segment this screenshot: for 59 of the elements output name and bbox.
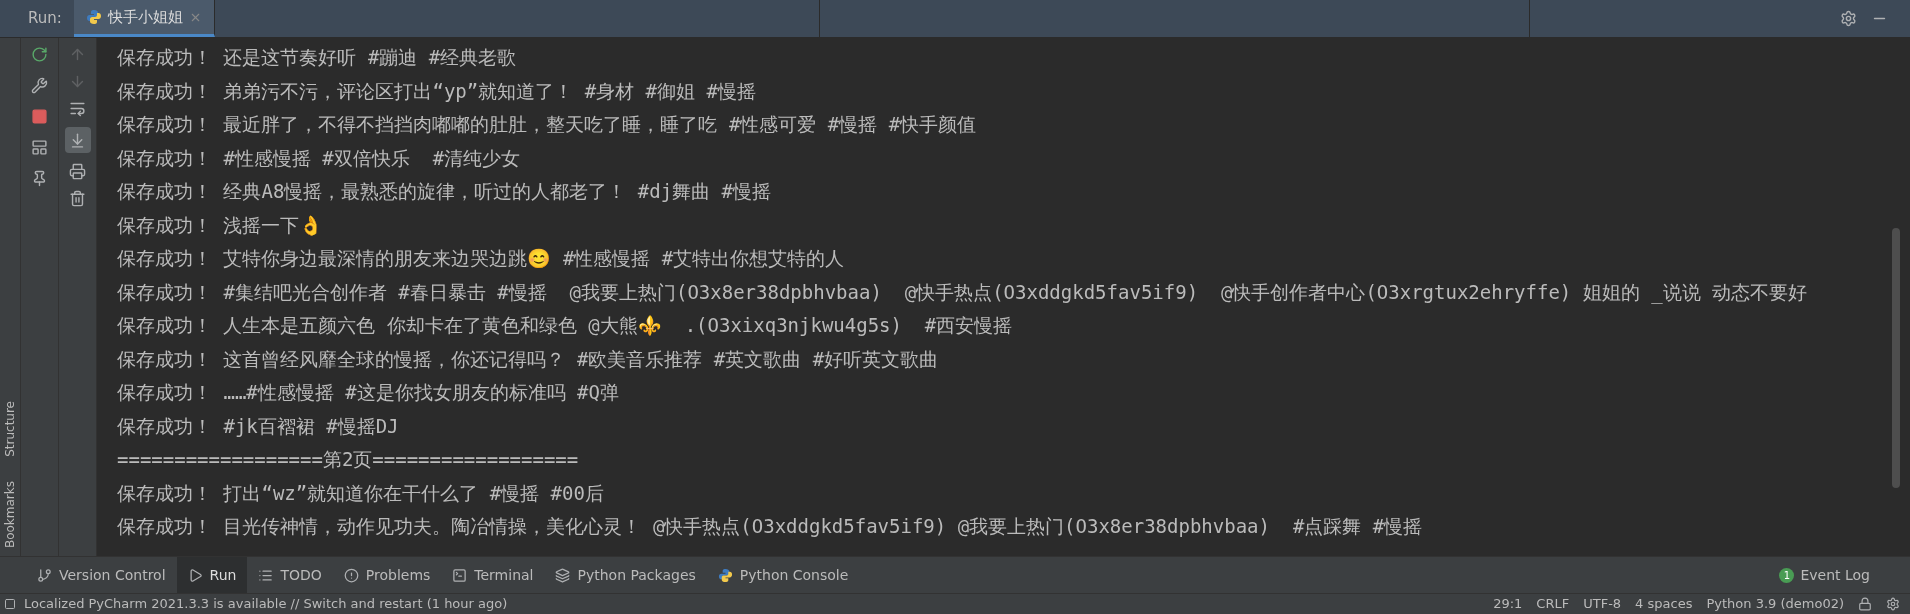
status-message[interactable]: Localized PyCharm 2021.3.3 is available // Switch and restart (1 hour ago) <box>24 594 508 614</box>
trash-icon[interactable] <box>69 190 86 207</box>
console-line: 保存成功！ 经典A8慢摇，最熟悉的旋律，听过的人都老了！ #dj舞曲 #慢摇 <box>117 179 772 204</box>
tool-window-tab[interactable]: Python Packages <box>544 557 707 593</box>
console-line: 保存成功！ 打出“wz”就知道你在干什么了 #慢摇 #00后 <box>117 480 605 506</box>
python-icon <box>85 9 102 25</box>
scroll-to-end-icon <box>69 131 86 149</box>
run-tab[interactable]: 快手小姐姐 <box>73 0 215 37</box>
console-line: 保存成功！ #集结吧光合创作者 #春日暴击 #慢摇 @我要上热门(O3x8er38dpbhvbaa) @快手热点(O3xddgkd5fav5if9) @快手创作者中心(O3xrgtux2ehryffe) 姐姐的 _说说 动态不要好 <box>117 279 1809 306</box>
panel-icon[interactable] <box>4 598 16 610</box>
terminal-icon <box>452 567 468 583</box>
event-log-label: Event Log <box>1800 565 1870 585</box>
print-icon[interactable] <box>69 163 86 180</box>
tool-window-tab[interactable]: Problems <box>332 557 442 593</box>
lock-icon[interactable] <box>1858 597 1872 611</box>
console-line: 保存成功！ 浅摇一下👌 <box>117 212 325 238</box>
tool-window-tab[interactable]: TODO <box>247 557 333 593</box>
console-line: 保存成功！ 弟弟污不污，评论区打出“yp”就知道了！ #身材 #御姐 #慢摇 <box>117 78 757 104</box>
tool-window-tab[interactable]: Python Console <box>706 557 860 593</box>
console-line: 保存成功！ 这首曾经风靡全球的慢摇，你还记得吗？ #欧美音乐推荐 #英文歌曲 #好听英文歌曲 <box>117 346 940 372</box>
console-line: 保存成功！ ……#性感慢摇 #这是你找女朋友的标准吗 #Q弹 <box>117 380 620 405</box>
notification-count: 1 <box>1779 567 1795 583</box>
status-item[interactable]: 4 spaces <box>1635 594 1693 614</box>
gear-icon[interactable] <box>1886 597 1900 611</box>
tool-window-tab[interactable]: Version Control <box>26 557 177 593</box>
console-line: 保存成功！ 目光传神情，动作见功夫。陶冶情操，美化心灵！ @快手热点(O3xddgkd5fav5if9) @我要上热门(O3x8er38dpbhvbaa) #点踩舞 #慢摇 <box>117 514 1424 539</box>
console-line: 保存成功！ 艾特你身边最深情的朋友来边哭边跳😊 #性感慢摇 #艾特出你想艾特的人 <box>117 246 846 271</box>
scroll-to-end-button[interactable] <box>64 127 91 153</box>
rerun-icon[interactable] <box>31 46 48 63</box>
scrollbar-thumb[interactable] <box>1892 228 1900 488</box>
tool-window-tab[interactable]: Terminal <box>441 557 545 593</box>
console-line: 保存成功！ #jk百褶裙 #慢摇DJ <box>117 413 400 439</box>
event-log-button[interactable]: 1 Event Log <box>1779 557 1910 593</box>
status-item[interactable]: 29:1 <box>1493 594 1523 614</box>
layout-icon[interactable] <box>31 139 48 156</box>
console-line: 保存成功！ 还是这节奏好听 #蹦迪 #经典老歌 <box>117 45 518 70</box>
status-item[interactable]: CRLF <box>1536 594 1570 614</box>
list-icon <box>258 567 274 583</box>
console-line: 保存成功！ 人生本是五颜六色 你却卡在了黄色和绿色 @大熊⚜ .(O3xixq3njkwu4g5s) #西安慢摇 <box>117 313 1014 338</box>
console-line: ==================第2页================== <box>117 447 580 472</box>
play-icon <box>187 567 203 583</box>
run-label: Run: <box>27 8 63 30</box>
branch-icon <box>37 567 52 583</box>
alert-icon <box>343 567 359 583</box>
pin-icon[interactable] <box>31 170 48 187</box>
status-item[interactable]: UTF-8 <box>1583 594 1622 614</box>
soft-wrap-icon[interactable] <box>69 100 86 117</box>
python-icon <box>717 567 733 583</box>
tool-window-tab[interactable]: Run <box>176 557 248 593</box>
layers-icon <box>555 567 571 583</box>
stop-icon[interactable] <box>31 108 48 125</box>
console-line: 保存成功！ 最近胖了，不得不挡挡肉嘟嘟的肚肚，整天吃了睡，睡了吃 #性感可爱 #慢摇 #快手颜值 <box>117 112 978 137</box>
status-item[interactable]: Python 3.9 (demo02) <box>1706 594 1844 614</box>
console-line: 保存成功！ #性感慢摇 #双倍快乐 #清纯少女 <box>117 145 522 171</box>
settings-icon[interactable] <box>1840 10 1857 27</box>
wrench-icon[interactable] <box>31 77 48 94</box>
run-tab-title: 快手小姐姐 <box>107 6 183 28</box>
side-tab[interactable]: Bookmarks <box>1 480 19 548</box>
side-tab[interactable]: Structure <box>1 401 19 457</box>
